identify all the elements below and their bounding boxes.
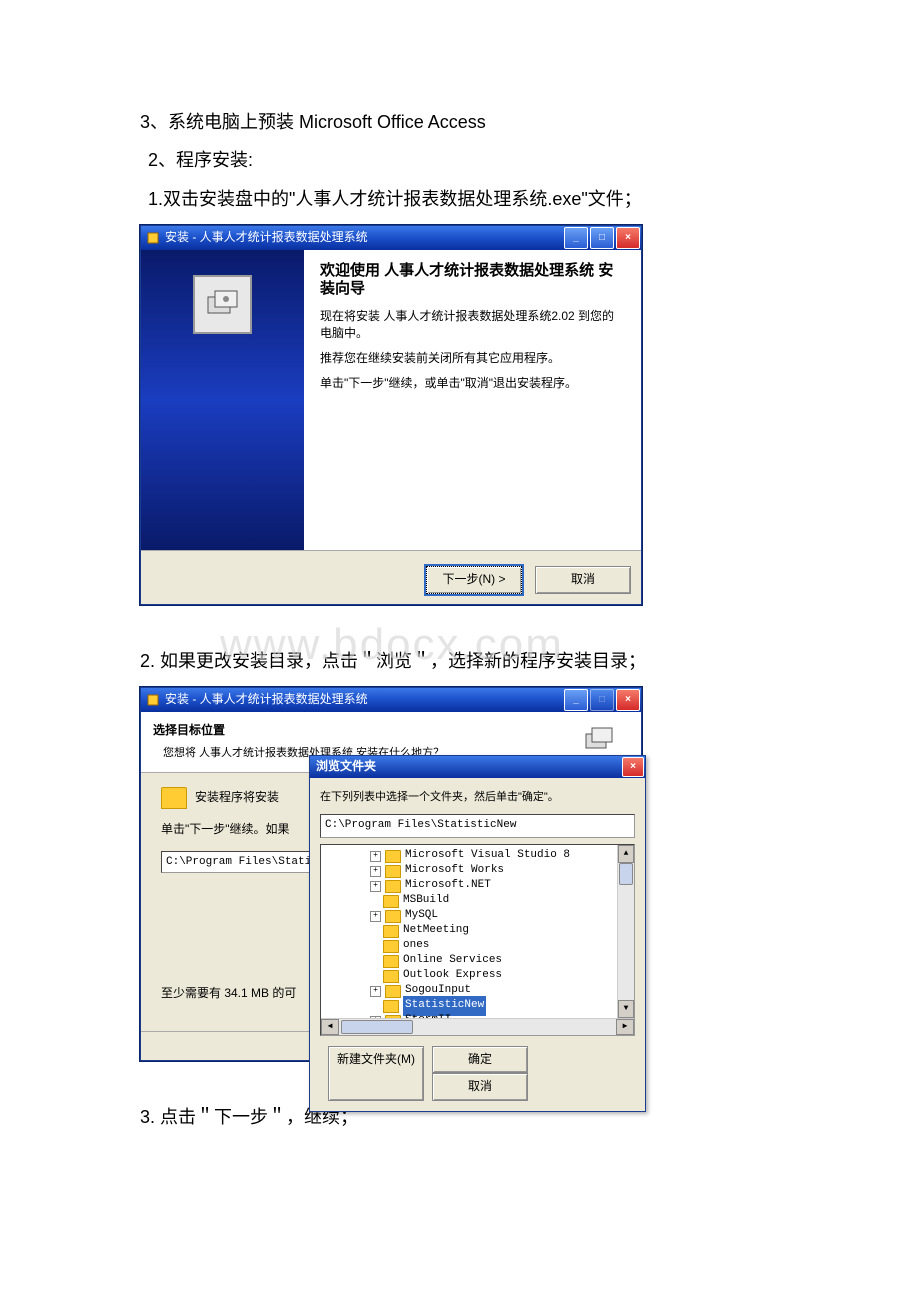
folder-icon [385, 880, 401, 893]
folder-icon [383, 940, 399, 953]
expand-icon[interactable]: + [370, 851, 381, 862]
wizard-text-1: 现在将安装 人事人才统计报表数据处理系统2.02 到您的电脑中。 [320, 308, 625, 342]
cancel-button[interactable]: 取消 [432, 1073, 528, 1101]
step-title: 选择目标位置 [153, 720, 574, 742]
expand-icon[interactable]: + [370, 911, 381, 922]
new-folder-button[interactable]: 新建文件夹(M) [328, 1046, 424, 1101]
expand-icon[interactable]: + [370, 866, 381, 877]
expand-icon [370, 1002, 379, 1011]
folder-icon [385, 865, 401, 878]
computer-box-icon [193, 275, 252, 334]
folder-icon [385, 850, 401, 863]
folder-icon [385, 985, 401, 998]
close-button[interactable]: × [616, 689, 640, 711]
scroll-down-icon[interactable]: ▼ [618, 1000, 634, 1018]
dialog-title: 浏览文件夹 [316, 756, 376, 778]
browse-instruction: 在下列列表中选择一个文件夹，然后单击"确定"。 [320, 788, 635, 808]
horizontal-scrollbar[interactable]: ◀ ▶ [321, 1018, 634, 1035]
window-title: 安装 - 人事人才统计报表数据处理系统 [165, 689, 563, 711]
expand-icon [370, 972, 379, 981]
expand-icon [370, 927, 379, 936]
maximize-button: □ [590, 689, 614, 711]
expand-icon[interactable]: + [370, 881, 381, 892]
expand-icon[interactable]: + [370, 986, 381, 997]
folder-icon [383, 1000, 399, 1013]
folder-icon [385, 910, 401, 923]
browse-path-input[interactable]: C:\Program Files\StatisticNew [320, 814, 635, 838]
expand-icon [370, 897, 379, 906]
tree-item[interactable]: NetMeeting [325, 924, 630, 939]
tree-item[interactable]: StatisticNew [325, 999, 630, 1014]
scroll-thumb[interactable] [341, 1020, 413, 1034]
folder-icon [383, 970, 399, 983]
next-button[interactable]: 下一步(N) > [426, 566, 522, 594]
wizard-text-3: 单击"下一步"继续，或单击"取消"退出安装程序。 [320, 375, 625, 392]
close-button[interactable]: × [622, 757, 644, 777]
titlebar: 浏览文件夹 × [310, 756, 645, 778]
scroll-left-icon[interactable]: ◀ [321, 1019, 339, 1035]
expand-icon [370, 957, 379, 966]
installer-icon [145, 692, 161, 708]
scroll-right-icon[interactable]: ▶ [616, 1019, 634, 1035]
minimize-button[interactable]: _ [564, 227, 588, 249]
installer-wizard-welcome-window: 安装 - 人事人才统计报表数据处理系统 _ □ × 欢迎使用 人事人才统计报表数… [140, 225, 642, 605]
folder-icon [161, 787, 187, 809]
tree-item[interactable]: Outlook Express [325, 969, 630, 984]
folder-tree[interactable]: +Microsoft Visual Studio 8+Microsoft Wor… [320, 844, 635, 1036]
tree-item[interactable]: +Microsoft.NET [325, 879, 630, 894]
close-button[interactable]: × [616, 227, 640, 249]
installer-wizard-location-window: 安装 - 人事人才统计报表数据处理系统 _ □ × 选择目标位置 您想将 人事人… [140, 687, 642, 1061]
install-folder-text: 安装程序将安装 [195, 787, 279, 809]
scroll-thumb[interactable] [619, 863, 633, 885]
tree-item[interactable]: +MySQL [325, 909, 630, 924]
ok-button[interactable]: 确定 [432, 1046, 528, 1074]
minimize-button[interactable]: _ [564, 689, 588, 711]
install-path-input[interactable]: C:\Program Files\Statis [161, 851, 311, 873]
doc-text-1: 3、系统电脑上预装 Microsoft Office Access [140, 106, 780, 138]
vertical-scrollbar[interactable]: ▲ ▼ [617, 845, 634, 1018]
window-title: 安装 - 人事人才统计报表数据处理系统 [165, 227, 563, 249]
scroll-up-icon[interactable]: ▲ [618, 845, 634, 863]
cancel-button[interactable]: 取消 [535, 566, 631, 594]
doc-text-3: 1.双击安装盘中的"人事人才统计报表数据处理系统.exe"文件； [140, 183, 780, 215]
titlebar: 安装 - 人事人才统计报表数据处理系统 _ □ × [141, 688, 641, 712]
folder-icon [383, 955, 399, 968]
titlebar: 安装 - 人事人才统计报表数据处理系统 _ □ × [141, 226, 641, 250]
browse-folder-dialog: 浏览文件夹 × 在下列列表中选择一个文件夹，然后单击"确定"。 C:\Progr… [309, 755, 646, 1112]
folder-icon [383, 925, 399, 938]
installer-icon [145, 230, 161, 246]
doc-text-4: 2. 如果更改安装目录，点击＂浏览＂，选择新的程序安装目录； [140, 645, 780, 677]
maximize-button[interactable]: □ [590, 227, 614, 249]
wizard-text-2: 推荐您在继续安装前关闭所有其它应用程序。 [320, 350, 625, 367]
wizard-sidebar-image [141, 250, 304, 550]
doc-text-2: 2、程序安装: [140, 144, 780, 176]
wizard-heading: 欢迎使用 人事人才统计报表数据处理系统 安装向导 [320, 262, 625, 298]
folder-icon [383, 895, 399, 908]
expand-icon [370, 942, 379, 951]
